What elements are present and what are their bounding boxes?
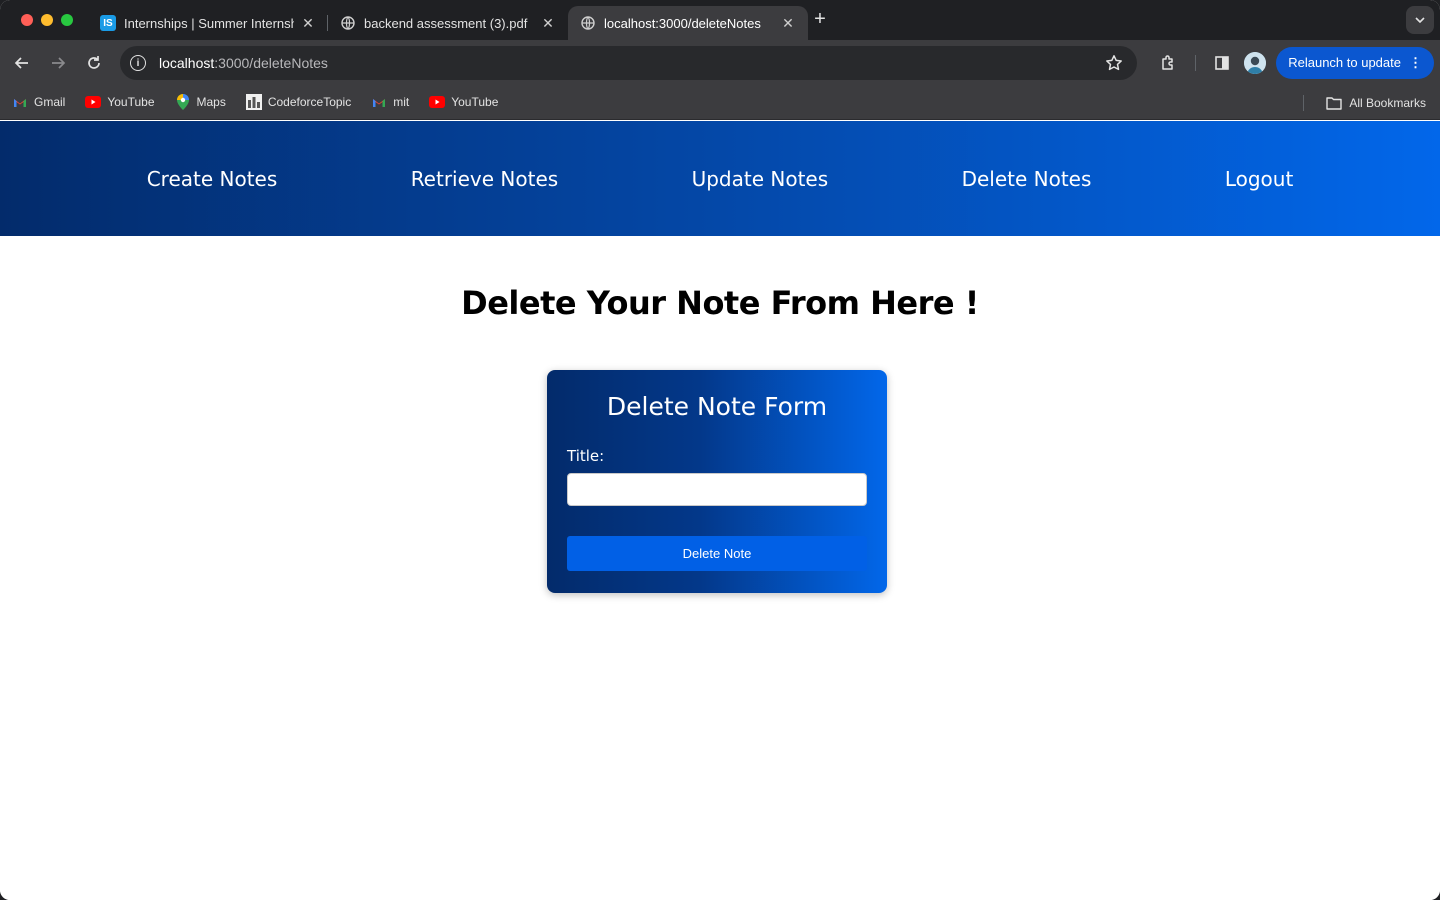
reload-button[interactable]: [76, 48, 112, 78]
extensions-icon[interactable]: [1153, 47, 1185, 79]
delete-note-form: Delete Note Form Title: Delete Note: [547, 370, 887, 593]
globe-icon: [580, 15, 596, 31]
title-input[interactable]: [567, 473, 867, 506]
tab-search-button[interactable]: [1406, 6, 1434, 34]
forward-button[interactable]: [40, 48, 76, 78]
nav-logout[interactable]: Logout: [1225, 167, 1293, 191]
tab-title: localhost:3000/deleteNotes: [604, 15, 761, 31]
bookmark-youtube-2[interactable]: YouTube: [429, 94, 498, 110]
tab-title: backend assessment (3).pdf: [364, 15, 528, 31]
bookmark-codeforcetopic[interactable]: CodeforceTopic: [245, 94, 351, 110]
nav-delete-notes[interactable]: Delete Notes: [962, 167, 1092, 191]
web-page: Create Notes Retrieve Notes Update Notes…: [0, 121, 1440, 900]
bookmark-gmail[interactable]: Gmail: [12, 94, 65, 110]
new-tab-button[interactable]: +: [810, 9, 830, 30]
address-bar[interactable]: i localhost:3000/deleteNotes: [120, 46, 1137, 80]
youtube-icon: [85, 94, 102, 110]
tabs: IS Internships | Summer Internsh ✕ backe…: [88, 6, 808, 40]
bookmark-youtube[interactable]: YouTube: [85, 94, 155, 110]
form-title: Delete Note Form: [606, 392, 828, 421]
bookmarks-bar: Gmail YouTube Maps CodeforceTopic mit Yo…: [0, 85, 1440, 120]
close-tab-icon[interactable]: ✕: [300, 15, 316, 31]
more-menu-icon[interactable]: ⋮: [1409, 55, 1422, 71]
title-label: Title:: [567, 447, 605, 465]
bookmark-star-icon[interactable]: [1105, 54, 1123, 77]
maps-icon: [175, 94, 191, 110]
tab-strip: IS Internships | Summer Internsh ✕ backe…: [0, 0, 1440, 40]
browser-window: IS Internships | Summer Internsh ✕ backe…: [0, 0, 1440, 900]
youtube-icon: [429, 94, 446, 110]
window-controls: [21, 14, 73, 26]
tab-delete-notes[interactable]: localhost:3000/deleteNotes ✕: [568, 6, 808, 40]
minimize-window-button[interactable]: [41, 14, 53, 26]
close-tab-icon[interactable]: ✕: [780, 15, 796, 31]
bookmark-maps[interactable]: Maps: [175, 94, 226, 110]
tab-title: Internships | Summer Internsh: [124, 15, 294, 31]
nav-update-notes[interactable]: Update Notes: [692, 167, 829, 191]
browser-toolbar: i localhost:3000/deleteNotes Relaunch to…: [0, 40, 1440, 85]
profile-avatar[interactable]: [1244, 51, 1267, 74]
bookmark-mit[interactable]: mit: [371, 94, 409, 110]
codeforces-icon: [245, 94, 262, 110]
folder-icon: [1326, 96, 1343, 110]
url-text: localhost:3000/deleteNotes: [159, 55, 328, 71]
relaunch-update-button[interactable]: Relaunch to update ⋮: [1276, 46, 1434, 79]
side-panel-icon[interactable]: [1206, 47, 1238, 79]
close-window-button[interactable]: [21, 14, 33, 26]
page-title: Delete Your Note From Here !: [461, 284, 979, 322]
back-button[interactable]: [4, 48, 40, 78]
site-info-icon[interactable]: i: [130, 55, 146, 71]
nav-retrieve-notes[interactable]: Retrieve Notes: [411, 167, 559, 191]
all-bookmarks-button[interactable]: All Bookmarks: [1326, 85, 1426, 120]
gmail-icon: [12, 94, 28, 110]
tab-backend-assessment[interactable]: backend assessment (3).pdf ✕: [328, 6, 568, 40]
toolbar-actions: Relaunch to update ⋮: [1153, 40, 1440, 85]
delete-note-button[interactable]: Delete Note: [567, 536, 867, 571]
close-tab-icon[interactable]: ✕: [540, 15, 556, 31]
globe-icon: [340, 15, 356, 31]
gmail-icon: [371, 94, 387, 110]
internshala-icon: IS: [100, 15, 116, 31]
site-navbar: Create Notes Retrieve Notes Update Notes…: [0, 121, 1440, 236]
nav-create-notes[interactable]: Create Notes: [147, 167, 278, 191]
tab-internships[interactable]: IS Internships | Summer Internsh ✕: [88, 6, 328, 40]
maximize-window-button[interactable]: [61, 14, 73, 26]
